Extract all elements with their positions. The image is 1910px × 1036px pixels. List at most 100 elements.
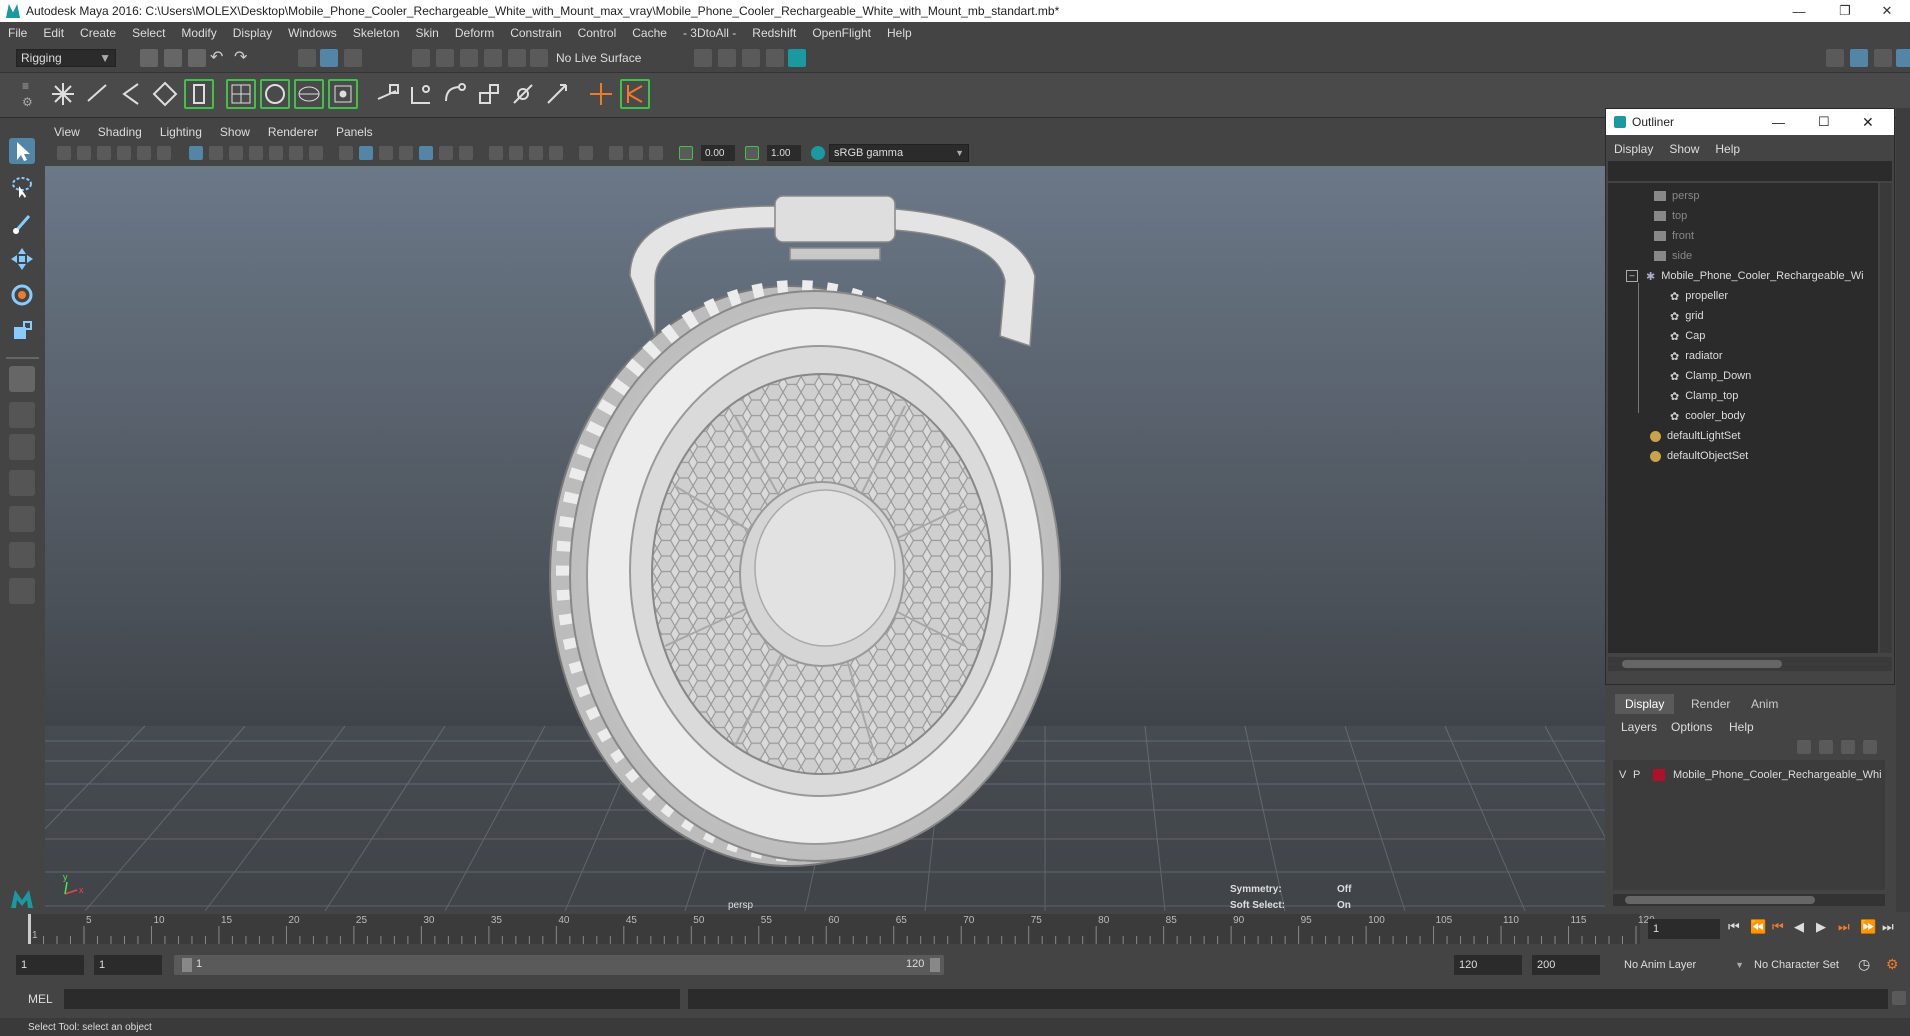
scrollbar-thumb[interactable] — [1622, 660, 1782, 668]
live-surface-field[interactable]: No Live Surface — [552, 49, 652, 67]
four-view-layout-icon[interactable] — [9, 402, 35, 428]
character-set-dropdown[interactable]: No Character Set — [1750, 955, 1874, 975]
lasso-tool-icon[interactable] — [9, 174, 35, 200]
parent-constraint-icon[interactable] — [372, 79, 402, 109]
panel-menu-view[interactable]: View — [45, 125, 89, 139]
custom-layout-icon[interactable] — [9, 578, 35, 604]
point-constraint-icon[interactable] — [406, 79, 436, 109]
default-material-icon[interactable] — [379, 146, 393, 160]
layer-visibility-toggle[interactable]: V — [1619, 769, 1633, 781]
scale-tool-icon[interactable] — [9, 318, 35, 344]
menu-modify[interactable]: Modify — [173, 26, 224, 40]
shelf-settings-icon[interactable]: ⚙ — [22, 95, 33, 109]
anti-aliasing-icon[interactable] — [529, 146, 543, 160]
ik-fk-switch-icon[interactable] — [620, 79, 650, 109]
xray-icon[interactable] — [609, 146, 623, 160]
layer-row[interactable]: V P Mobile_Phone_Cooler_Rechargeable_Whi — [1619, 766, 1882, 784]
panel-menu-renderer[interactable]: Renderer — [259, 125, 327, 139]
image-plane-icon[interactable] — [117, 146, 131, 160]
outliner-search-input[interactable] — [1608, 161, 1892, 181]
scale-constraint-icon[interactable] — [474, 79, 504, 109]
outliner-item-propeller[interactable]: ✿ propeller — [1670, 287, 1728, 305]
wireframe-on-shaded-icon[interactable] — [399, 146, 413, 160]
modeling-toolkit-icon[interactable] — [1826, 49, 1844, 67]
outliner-item-radiator[interactable]: ✿ radiator — [1670, 347, 1723, 365]
smooth-shade-icon[interactable] — [359, 146, 373, 160]
menu-3dtoall[interactable]: - 3DtoAll - — [675, 26, 744, 40]
snap-view-plane-icon[interactable] — [484, 49, 502, 67]
outliner-item-default-object-set[interactable]: defaultObjectSet — [1650, 447, 1748, 465]
range-slider[interactable]: 1 120 — [174, 955, 944, 975]
menu-control[interactable]: Control — [570, 26, 625, 40]
layer-horizontal-scrollbar[interactable] — [1613, 894, 1885, 906]
outliner-item-cooler-body[interactable]: ✿ cooler_body — [1670, 407, 1745, 425]
xray-components-icon[interactable] — [649, 146, 663, 160]
uv-editor-layout-icon[interactable] — [9, 542, 35, 568]
aim-constraint-icon[interactable] — [508, 79, 538, 109]
exposure-icon[interactable] — [679, 146, 693, 160]
snap-point-icon[interactable] — [460, 49, 478, 67]
gamma-icon[interactable] — [745, 146, 759, 160]
wrap-deformer-icon[interactable] — [260, 79, 290, 109]
grid-toggle-icon[interactable] — [189, 146, 203, 160]
panel-menu-panels[interactable]: Panels — [327, 125, 382, 139]
select-by-hierarchy-icon[interactable] — [298, 49, 316, 67]
panel-menu-lighting[interactable]: Lighting — [151, 125, 211, 139]
paint-select-tool-icon[interactable] — [9, 210, 35, 236]
time-slider[interactable]: 1 5 10 15 20 25 30 35 40 45 50 55 60 65 70 75 80 85 90 95 10… — [0, 912, 1910, 946]
current-frame-field[interactable]: 1 — [1648, 919, 1720, 939]
safe-action-icon[interactable] — [289, 146, 303, 160]
locator-icon[interactable] — [586, 79, 616, 109]
ik-handle-icon[interactable] — [82, 79, 112, 109]
save-scene-icon[interactable] — [188, 49, 206, 67]
wireframe-icon[interactable] — [339, 146, 353, 160]
gamma-field[interactable]: 1.00 — [767, 145, 801, 161]
perspective-viewport[interactable]: x y persp Symmetry: Off Soft Select: On — [45, 166, 1605, 911]
camera-attributes-icon[interactable] — [77, 146, 91, 160]
hypershade-icon[interactable] — [788, 49, 806, 67]
pole-vector-constraint-icon[interactable] — [542, 79, 572, 109]
outliner-item-clamp-top[interactable]: ✿ Clamp_top — [1670, 387, 1738, 405]
scrollbar-thumb[interactable] — [1625, 896, 1815, 904]
menu-skeleton[interactable]: Skeleton — [345, 26, 408, 40]
menu-redshift[interactable]: Redshift — [744, 26, 804, 40]
shelf-menu-icon[interactable]: ≡ — [22, 79, 29, 93]
outliner-vertical-scrollbar[interactable] — [1880, 183, 1892, 653]
menu-windows[interactable]: Windows — [280, 26, 345, 40]
attribute-editor-toggle-icon[interactable] — [1850, 49, 1868, 67]
script-editor-icon[interactable] — [1892, 991, 1906, 1005]
go-to-end-icon[interactable]: ⏭ — [1882, 919, 1894, 935]
outliner-menu-help[interactable]: Help — [1707, 142, 1748, 156]
color-management-icon[interactable] — [811, 146, 825, 160]
maximize-icon[interactable]: ☐ — [1818, 114, 1830, 130]
menu-skin[interactable]: Skin — [408, 26, 447, 40]
resolution-gate-icon[interactable] — [229, 146, 243, 160]
open-scene-icon[interactable] — [164, 49, 182, 67]
single-perspective-layout-icon[interactable] — [9, 366, 35, 392]
render-settings-icon[interactable] — [766, 49, 784, 67]
undo-icon[interactable]: ↶ — [210, 47, 223, 67]
layer-playback-toggle[interactable]: P — [1633, 769, 1647, 781]
tab-render[interactable]: Render — [1681, 694, 1740, 714]
colorspace-dropdown[interactable]: sRGB gamma ▼ — [829, 144, 969, 162]
field-chart-icon[interactable] — [269, 146, 283, 160]
tab-display[interactable]: Display — [1615, 694, 1675, 714]
auto-key-icon[interactable]: ◷ — [1858, 956, 1870, 973]
time-slider-track[interactable]: 1 5 10 15 20 25 30 35 40 45 50 55 60 65 70 75 80 85 90 95 10… — [28, 914, 1655, 944]
preferences-icon[interactable]: ⚙ — [1886, 956, 1899, 973]
mel-input[interactable] — [64, 989, 680, 1009]
mode-dropdown[interactable]: Rigging ▼ — [16, 49, 116, 67]
menu-help[interactable]: Help — [879, 26, 920, 40]
menu-openflight[interactable]: OpenFlight — [804, 26, 879, 40]
select-by-component-icon[interactable] — [344, 49, 362, 67]
minimize-icon[interactable]: — — [1772, 115, 1785, 130]
menu-deform[interactable]: Deform — [447, 26, 502, 40]
redo-icon[interactable]: ↷ — [234, 47, 247, 67]
outliner-item-default-light-set[interactable]: defaultLightSet — [1650, 427, 1740, 445]
joint-tool-icon[interactable] — [48, 79, 78, 109]
layers-menu-layers[interactable]: Layers — [1621, 720, 1657, 734]
xray-joints-icon[interactable] — [629, 146, 643, 160]
outliner-item-persp[interactable]: persp — [1654, 187, 1700, 205]
menu-create[interactable]: Create — [72, 26, 124, 40]
camera-select-icon[interactable] — [57, 146, 71, 160]
